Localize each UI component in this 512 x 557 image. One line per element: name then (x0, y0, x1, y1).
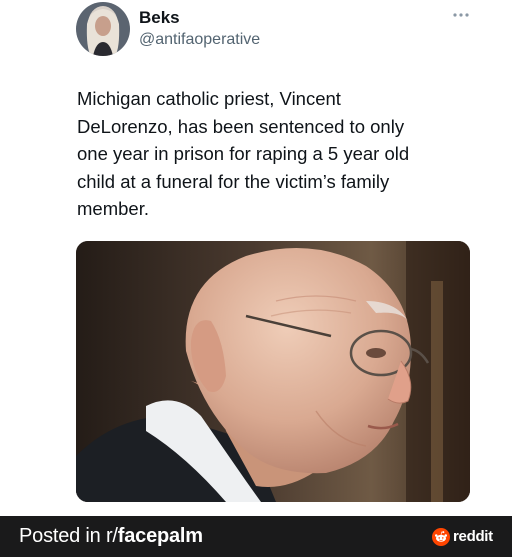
posted-in-text[interactable]: Posted in r/facepalm (19, 524, 203, 548)
tweet-photo[interactable] (76, 241, 470, 502)
tweet-text-line: one year in prison for raping a 5 year o… (77, 143, 410, 164)
more-options-icon[interactable] (450, 6, 472, 24)
posted-in-prefix: Posted in r/ (19, 525, 118, 547)
tweet-text-line: Michigan catholic priest, Vincent (77, 88, 341, 109)
reddit-logo[interactable]: reddit (432, 527, 493, 547)
author-name[interactable]: Beks (139, 8, 180, 28)
reddit-wordmark: reddit (453, 528, 493, 545)
tweet-card: Beks @antifaoperative Michigan catholic … (0, 0, 512, 516)
subreddit-name: facepalm (117, 525, 203, 547)
tweet-text-line: DeLorenzo, has been sentenced to only (77, 115, 405, 137)
reddit-logo-icon (432, 528, 450, 546)
tweet-text-line: member. (77, 198, 149, 219)
author-handle[interactable]: @antifaoperative (139, 30, 260, 50)
tweet-text: Michigan catholic priest, Vincent DeLoren… (77, 85, 477, 223)
author-avatar[interactable] (76, 2, 130, 56)
reddit-footer-bar: Posted in r/facepalm reddit (0, 516, 512, 557)
tweet-text-line: child at a funeral for the victim’s fami… (77, 170, 390, 192)
